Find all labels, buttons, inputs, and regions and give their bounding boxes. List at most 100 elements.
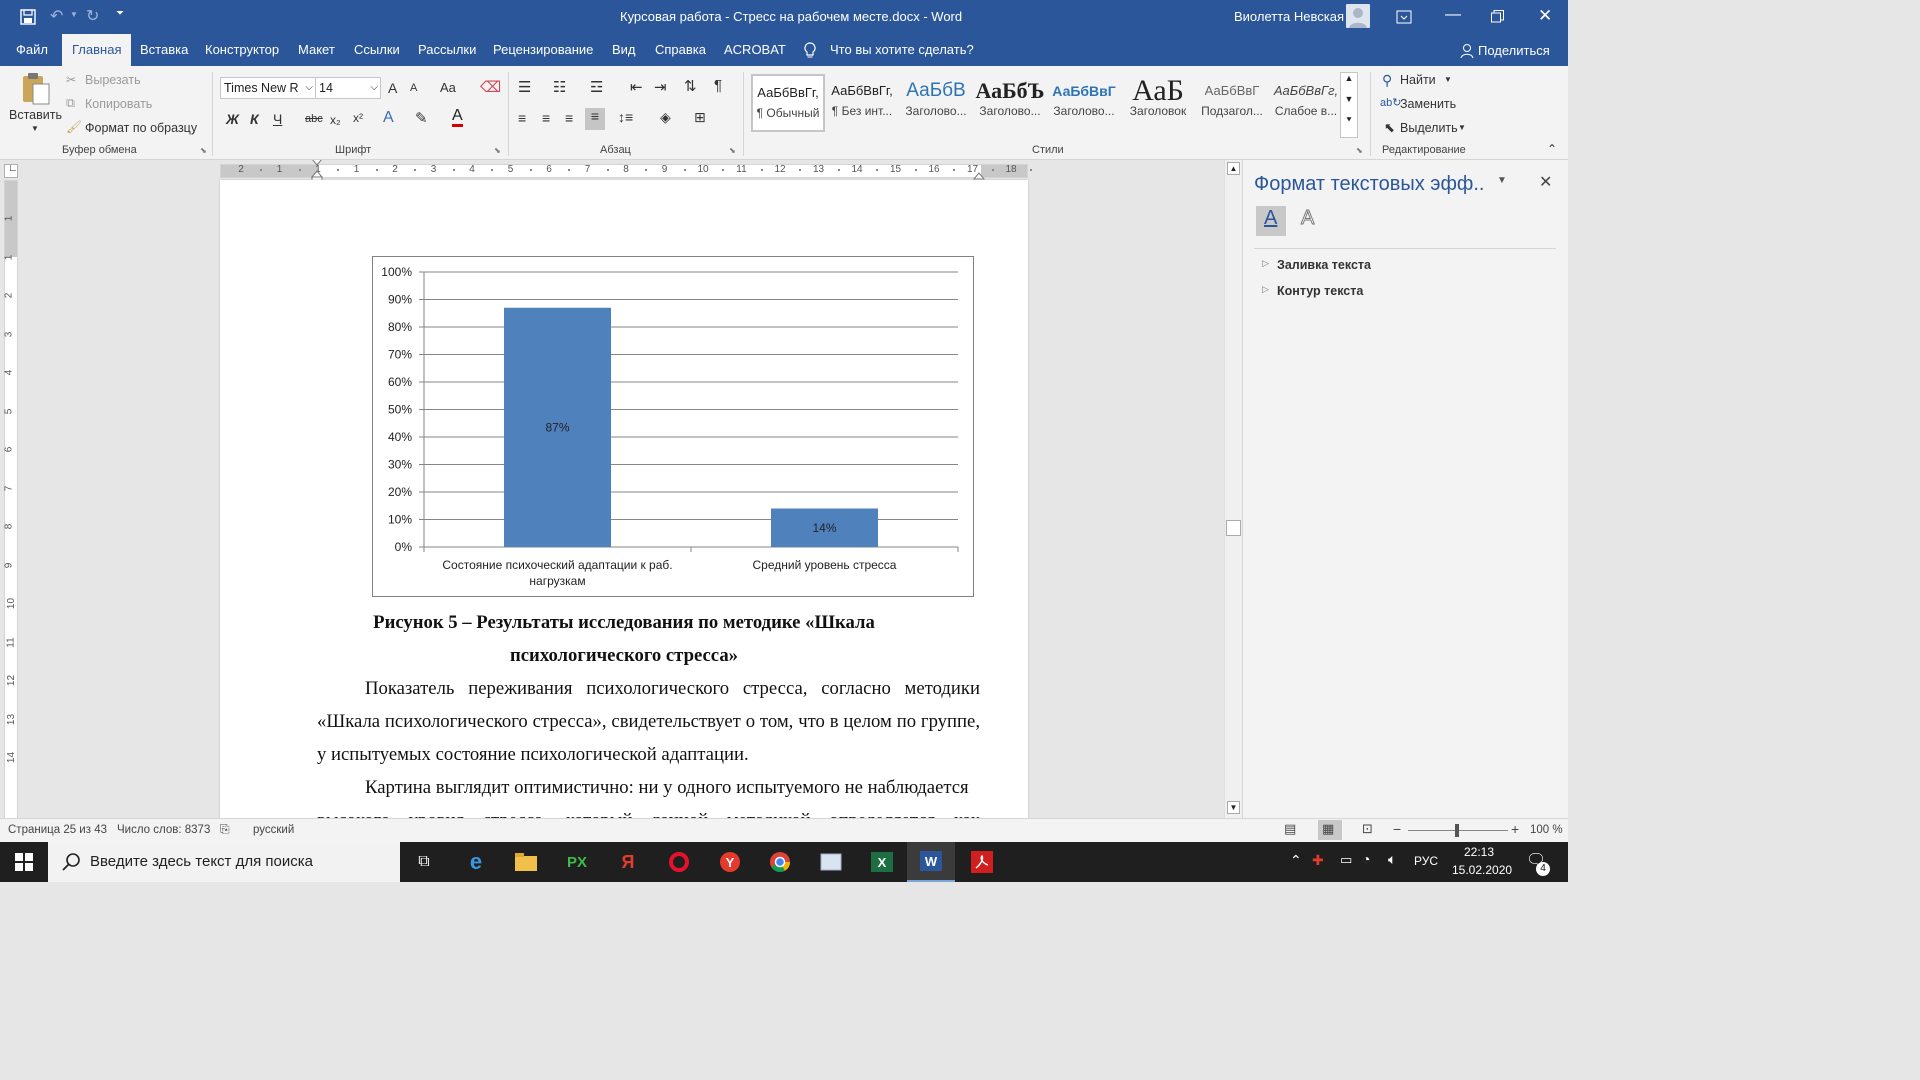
tab-references[interactable]: Ссылки [344, 34, 410, 66]
vertical-ruler[interactable]: 1 1 2 3 4 5 6 7 8 9 10 11 12 13 14 [3, 180, 18, 818]
subscript-button[interactable]: x₂ [330, 113, 341, 127]
text-outline-section[interactable]: Контур текста [1277, 284, 1363, 298]
decrease-indent-icon[interactable]: ⇤ [630, 78, 643, 96]
volume-icon[interactable]: 🔈︎ [1388, 851, 1396, 868]
language-indicator[interactable]: русский [253, 824, 294, 836]
strikethrough-button[interactable]: abc [305, 113, 323, 125]
tab-help[interactable]: Справка [645, 34, 716, 66]
font-launcher-icon[interactable]: ⬊ [494, 146, 501, 155]
wifi-icon[interactable]: ◔ [1362, 851, 1370, 867]
style-item[interactable]: АаБбВвГг, ¶ Без инт... [825, 74, 899, 132]
clipboard-launcher-icon[interactable]: ⬊ [200, 146, 207, 155]
style-item[interactable]: АаБбВ Заголово... [899, 74, 973, 132]
cut-button[interactable]: Вырезать [85, 73, 141, 87]
undo-icon[interactable]: ↶ [50, 6, 63, 26]
tab-home[interactable]: Главная [62, 34, 132, 66]
tray-app-icon[interactable]: ✚ [1312, 852, 1324, 869]
scroll-up-icon[interactable]: ▲ [1227, 162, 1240, 175]
clock-date[interactable]: 15.02.2020 [1452, 863, 1512, 877]
text-effects-tab-icon[interactable]: A [1300, 207, 1314, 230]
pane-options-icon[interactable]: ▼ [1497, 175, 1507, 186]
numbering-icon[interactable]: ☷ [553, 78, 566, 96]
tab-insert[interactable]: Вставка [130, 34, 198, 66]
chart-frame[interactable]: 0% 10% 20% 30% 40% 50% 60% 70% 80% 90% 100% 87% Сост… [372, 256, 974, 597]
chevron-down-icon[interactable]: ▼ [1341, 94, 1357, 115]
text-fill-outline-tab[interactable]: A [1256, 206, 1286, 236]
read-mode-icon[interactable]: ▤ [1284, 821, 1296, 837]
collapse-ribbon-icon[interactable]: ⌃ [1547, 142, 1557, 156]
zoom-level[interactable]: 100 % [1530, 824, 1563, 836]
paragraph-launcher-icon[interactable]: ⬊ [729, 146, 736, 155]
zoom-slider-thumb[interactable] [1455, 824, 1459, 837]
highlight-icon[interactable]: ✎ [415, 109, 428, 127]
clear-formatting-icon[interactable]: ⌫ [480, 78, 501, 96]
tab-mailings[interactable]: Рассылки [408, 34, 486, 66]
text-effects-icon[interactable]: A [383, 109, 394, 127]
screenshot-app-icon[interactable] [807, 842, 855, 882]
scroll-thumb[interactable] [1226, 520, 1241, 536]
style-item[interactable]: АаБбВвГ Заголово... [1047, 74, 1121, 132]
more-styles-icon[interactable]: ⯆ [1341, 115, 1357, 136]
user-name[interactable]: Виолетта Невская [1234, 9, 1344, 24]
font-color-icon[interactable]: A [452, 108, 463, 127]
styles-scroll[interactable]: ▲ ▼ ⯆ [1340, 72, 1358, 138]
chrome-icon[interactable] [756, 842, 804, 882]
yandex-icon[interactable]: Y [706, 842, 754, 882]
align-right-icon[interactable]: ≡ [565, 110, 573, 126]
text-fill-section[interactable]: Заливка текста [1277, 258, 1371, 272]
style-item[interactable]: АаБбВвГг, ¶ Обычный [751, 74, 825, 132]
shading-icon[interactable]: ◈ [660, 109, 671, 126]
chevron-down-icon[interactable]: ▼ [1458, 123, 1466, 132]
expand-icon[interactable]: ▷ [1262, 284, 1269, 295]
edge-icon[interactable]: e [452, 842, 500, 882]
zoom-in-icon[interactable]: + [1511, 821, 1519, 837]
vertical-scrollbar[interactable]: ▲ ▼ [1224, 160, 1242, 818]
bullets-icon[interactable]: ☰ [518, 78, 531, 96]
print-layout-icon[interactable]: ▦ [1322, 821, 1334, 837]
excel-icon[interactable]: X [858, 842, 906, 882]
close-pane-icon[interactable]: ✕ [1539, 172, 1552, 192]
tab-layout[interactable]: Макет [288, 34, 345, 66]
style-item[interactable]: АаБбВвГ Подзагол... [1195, 74, 1269, 132]
word-icon[interactable]: W [907, 842, 955, 882]
web-layout-icon[interactable]: ⊡ [1362, 821, 1373, 837]
taskbar-search-box[interactable]: Введите здесь текст для поиска [48, 842, 400, 882]
acrobat-icon[interactable] [958, 842, 1006, 882]
customize-qat-icon[interactable]: ⏷ [116, 8, 124, 19]
justify-icon[interactable]: ≡ [585, 108, 605, 130]
select-button[interactable]: Выделить [1400, 121, 1458, 135]
tab-file[interactable]: Файл [6, 34, 58, 66]
chevron-up-icon[interactable]: ▲ [1341, 73, 1357, 94]
document-area[interactable]: 2 1 1 1 2 3 4 5 6 7 8 9 10 11 12 13 14 15 16 17 18 112345678… [0, 160, 1242, 818]
font-name-field[interactable]: Times New R ⌵ [220, 77, 316, 99]
share-button[interactable]: Поделиться [1478, 43, 1550, 58]
align-center-icon[interactable]: ≡ [542, 110, 550, 126]
avatar[interactable] [1346, 4, 1370, 28]
format-painter-button[interactable]: Формат по образцу [85, 121, 197, 135]
windows-start-icon[interactable] [15, 853, 33, 871]
minimize-icon[interactable]: — [1445, 6, 1461, 24]
change-case-icon[interactable]: Aa [440, 80, 456, 95]
tab-design[interactable]: Конструктор [195, 34, 289, 66]
clock-time[interactable]: 22:13 [1464, 845, 1494, 859]
bold-button[interactable]: Ж [226, 111, 239, 127]
tab-view[interactable]: Вид [602, 34, 646, 66]
page-indicator[interactable]: Страница 25 из 43 [8, 824, 107, 836]
paste-icon[interactable] [21, 72, 51, 106]
replace-button[interactable]: Заменить [1400, 97, 1456, 111]
pilcrow-icon[interactable]: ¶ [714, 77, 722, 94]
px-app-icon[interactable]: PX [553, 842, 601, 882]
paste-button[interactable]: Вставить [9, 108, 62, 122]
style-item[interactable]: АаБбЪ Заголово... [973, 74, 1047, 132]
word-count[interactable]: Число слов: 8373 [117, 824, 210, 836]
borders-icon[interactable]: ⊞ [694, 109, 706, 126]
show-hidden-icons[interactable]: ⌃ [1290, 852, 1302, 869]
restore-icon[interactable] [1491, 10, 1504, 23]
battery-icon[interactable]: ▭ [1340, 852, 1352, 868]
align-left-icon[interactable]: ≡ [518, 110, 526, 126]
sort-icon[interactable]: ⇅ [684, 77, 697, 95]
underline-button[interactable]: Ч [273, 111, 282, 127]
yandex-browser-icon[interactable]: Я [604, 842, 652, 882]
file-explorer-icon[interactable] [502, 842, 550, 882]
input-language[interactable]: РУС [1414, 854, 1438, 868]
